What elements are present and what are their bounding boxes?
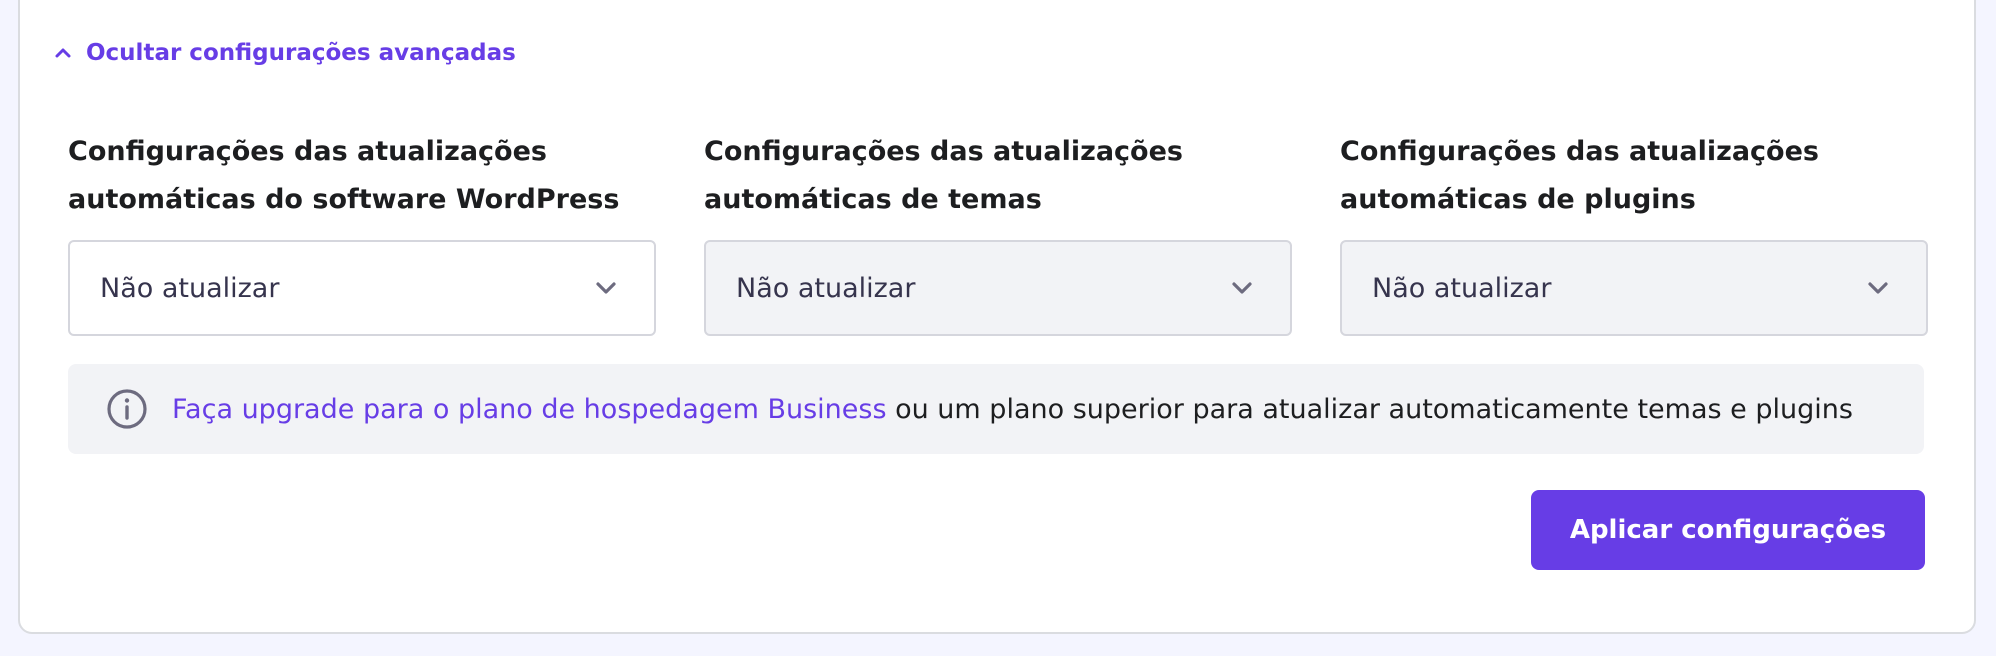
wordpress-updates-setting: Configurações das atualizações automátic… [68, 128, 656, 336]
plugins-updates-label: Configurações das atualizações automátic… [1340, 136, 1819, 215]
select-value: Não atualizar [100, 272, 280, 304]
select-value: Não atualizar [1372, 272, 1552, 304]
chevron-up-icon [55, 48, 71, 58]
toggle-label: Ocultar configurações avançadas [86, 40, 516, 66]
hide-advanced-settings-toggle[interactable]: Ocultar configurações avançadas [54, 40, 516, 66]
plugins-updates-select[interactable]: Não atualizar [1340, 240, 1928, 336]
upgrade-notice: Faça upgrade para o plano de hospedagem … [68, 364, 1924, 454]
chevron-down-icon [1868, 282, 1888, 294]
chevron-down-icon [1232, 282, 1252, 294]
apply-settings-button[interactable]: Aplicar configurações [1531, 490, 1925, 570]
themes-updates-label: Configurações das atualizações automátic… [704, 136, 1183, 215]
select-value: Não atualizar [736, 272, 916, 304]
themes-updates-select[interactable]: Não atualizar [704, 240, 1292, 336]
notice-text: ou um plano superior para atualizar auto… [886, 393, 1853, 425]
upgrade-business-link[interactable]: Faça upgrade para o plano de hospedagem … [172, 394, 887, 425]
chevron-down-icon [596, 282, 616, 294]
themes-updates-setting: Configurações das atualizações automátic… [704, 128, 1292, 336]
info-icon [107, 389, 147, 429]
wordpress-updates-select[interactable]: Não atualizar [68, 240, 656, 336]
wordpress-updates-label: Configurações das atualizações automátic… [68, 136, 620, 215]
plugins-updates-setting: Configurações das atualizações automátic… [1340, 128, 1928, 336]
